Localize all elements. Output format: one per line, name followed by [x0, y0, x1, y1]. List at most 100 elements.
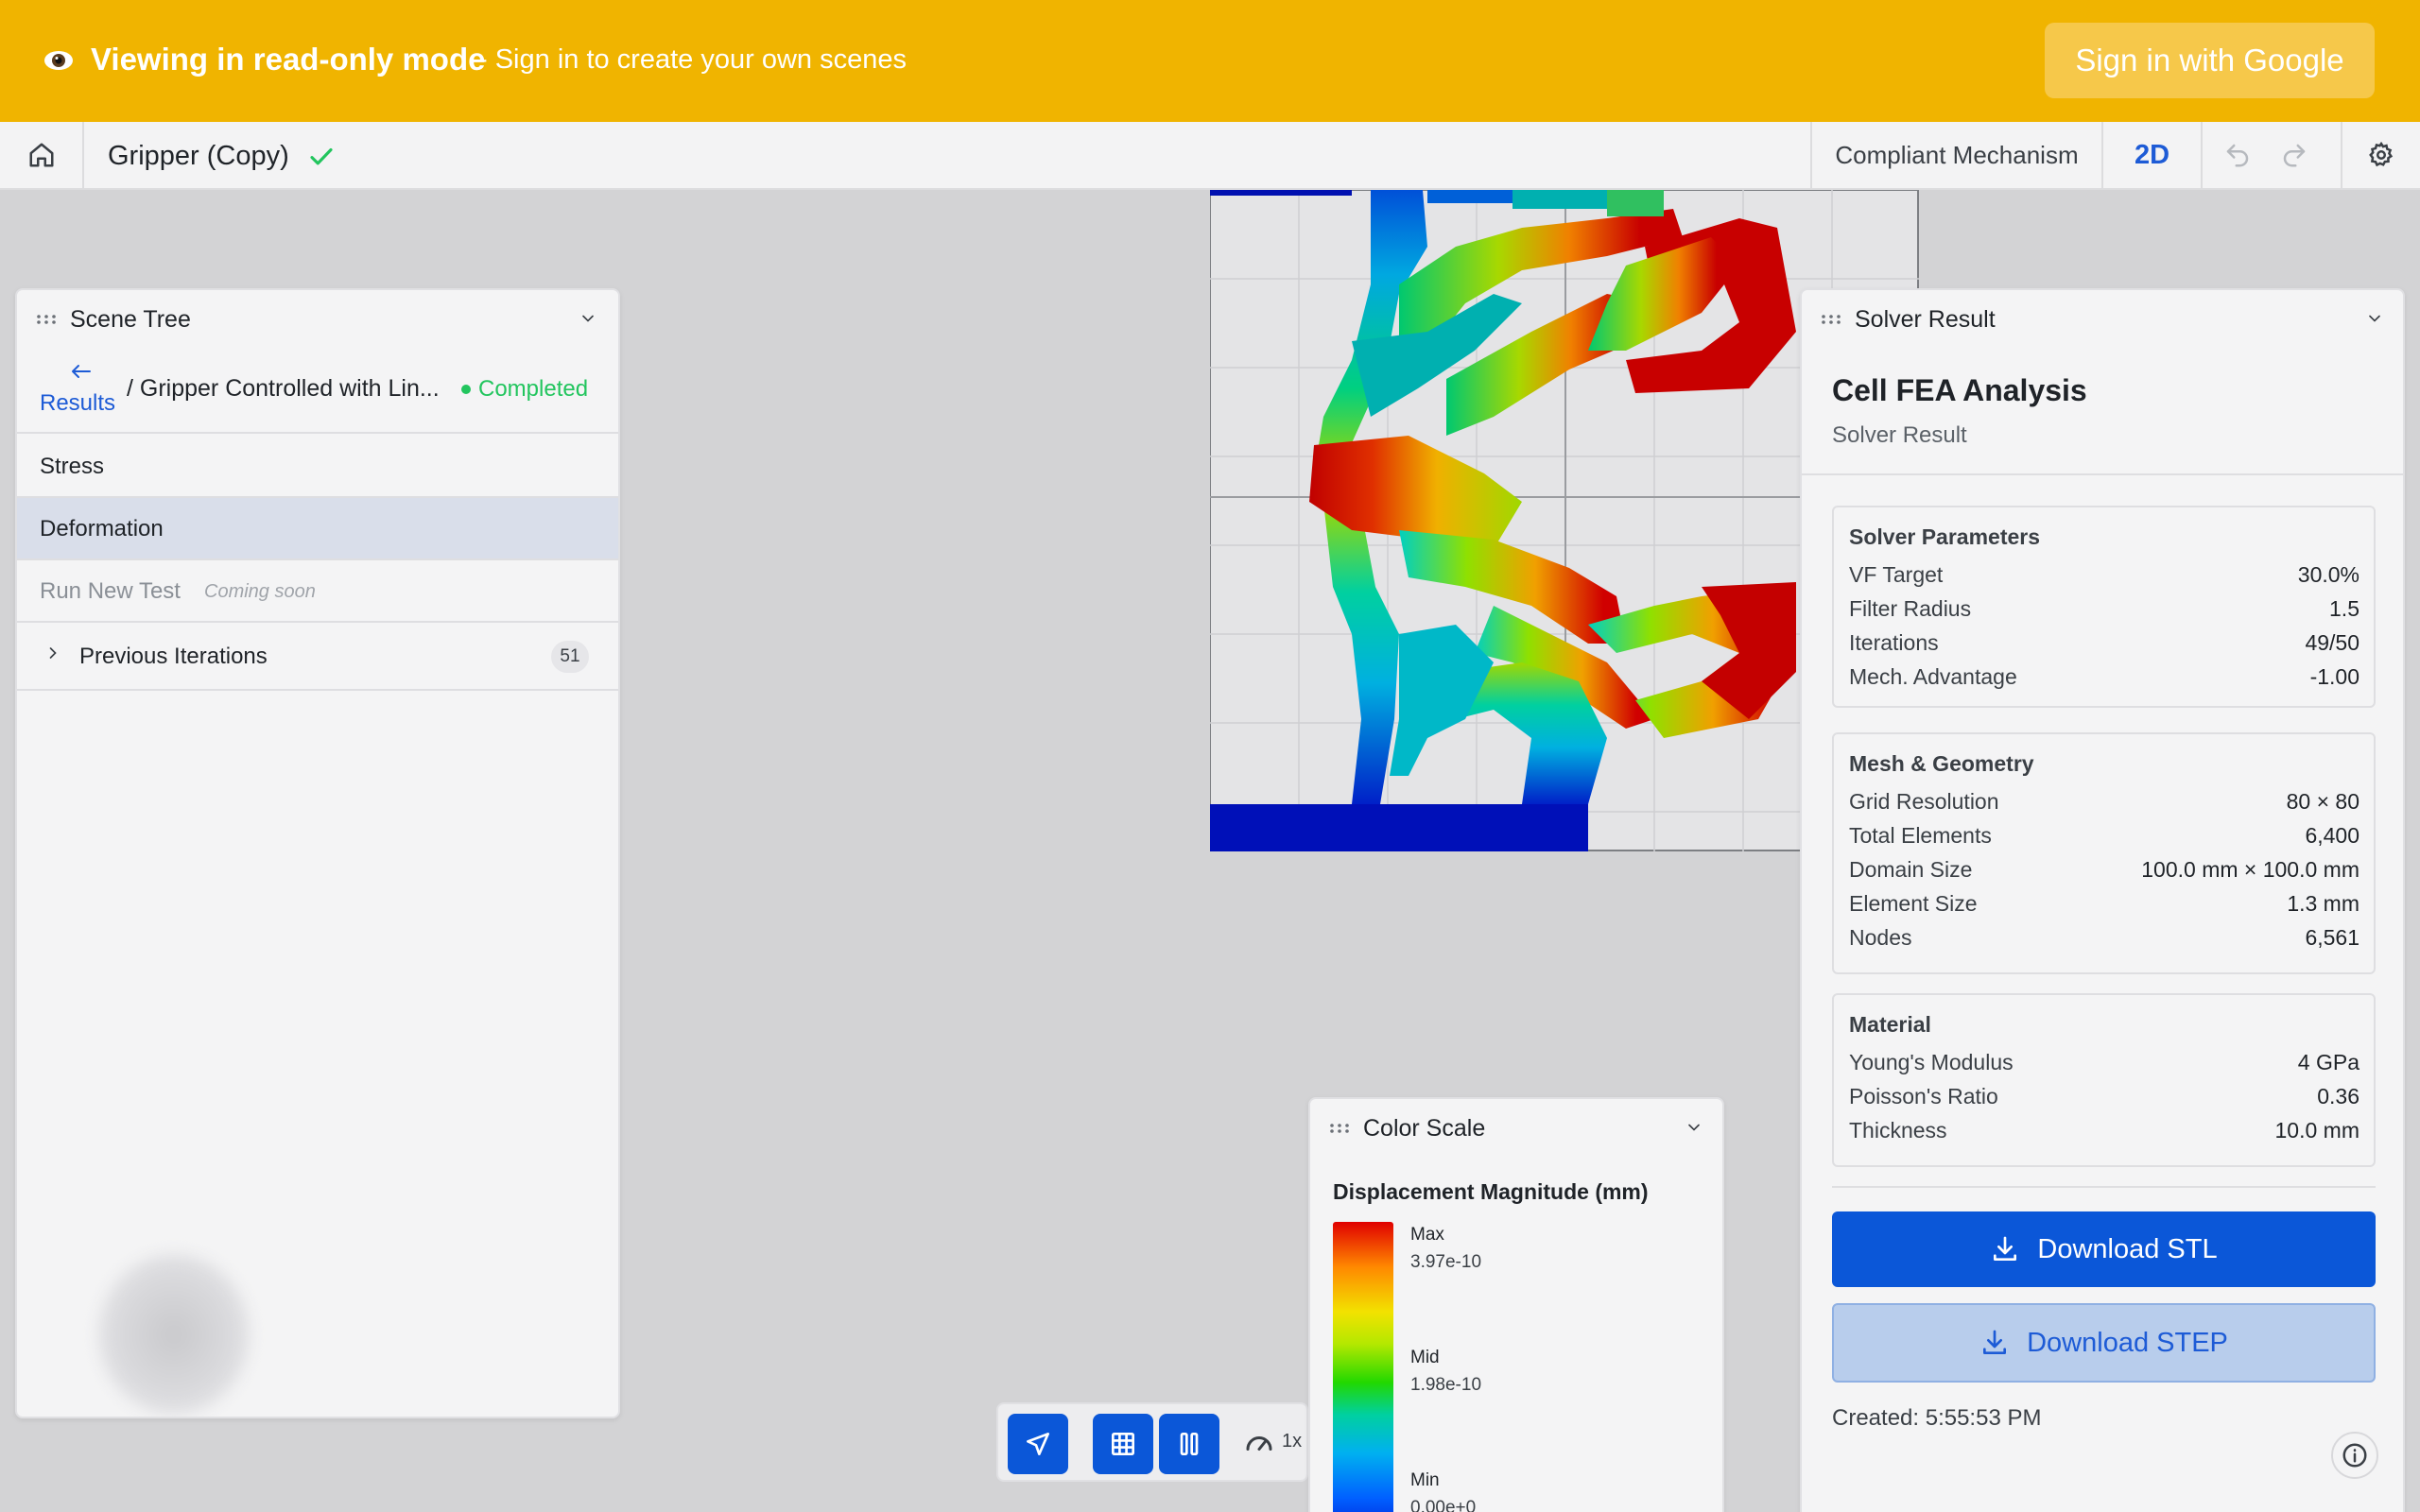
param-row: Young's Modulus 4 GPa [1849, 1050, 2360, 1084]
info-button[interactable] [2331, 1432, 2378, 1479]
material-card: Material Young's Modulus 4 GPa Poisson's … [1832, 993, 2376, 1167]
scale-mid-value: 1.98e-10 [1410, 1375, 1482, 1395]
param-key: Nodes [1849, 925, 1912, 950]
drag-handle-icon[interactable] [1329, 1124, 1350, 1133]
select-tool-button[interactable] [1008, 1414, 1068, 1474]
eye-icon [44, 51, 73, 70]
tree-item-stress[interactable]: Stress [17, 436, 618, 498]
scale-max-label: Max [1410, 1225, 1444, 1245]
download-icon [1994, 1236, 2017, 1261]
param-row: Total Elements 6,400 [1849, 823, 2360, 857]
divider [1802, 473, 2403, 475]
info-icon [2342, 1443, 2367, 1468]
home-icon [29, 143, 53, 167]
view-2d-toggle[interactable]: 2D [2103, 122, 2203, 188]
param-key: Element Size [1849, 891, 1978, 916]
param-key: Grid Resolution [1849, 789, 1999, 814]
param-row: Nodes 6,561 [1849, 925, 2360, 959]
param-key: VF Target [1849, 562, 1944, 587]
pause-button[interactable] [1159, 1414, 1219, 1474]
analysis-heading: Cell FEA Analysis [1832, 373, 2087, 407]
tree-item-label: Deformation [40, 516, 164, 541]
param-value: 100.0 mm × 100.0 mm [2141, 857, 2360, 882]
mesh-geometry-card: Mesh & Geometry Grid Resolution 80 × 80 T… [1832, 732, 2376, 974]
param-key: Domain Size [1849, 857, 1973, 882]
chevron-right-icon[interactable] [43, 644, 62, 662]
breadcrumb-path: / Gripper Controlled with Lin... [127, 375, 440, 402]
chevron-down-icon[interactable] [579, 309, 597, 328]
param-row: Poisson's Ratio 0.36 [1849, 1084, 2360, 1118]
color-scale-title: Color Scale [1363, 1115, 1486, 1142]
grid-toggle-button[interactable] [1093, 1414, 1153, 1474]
tree-item-label: Stress [40, 454, 105, 479]
download-step-label: Download STEP [2027, 1327, 2228, 1358]
scale-min-value: 0.00e+0 [1410, 1498, 1477, 1512]
speed-label[interactable]: 1x [1282, 1431, 1302, 1452]
param-row: Filter Radius 1.5 [1849, 596, 2360, 630]
param-key: Iterations [1849, 630, 1939, 655]
solver-result-header[interactable]: Solver Result [1802, 290, 2403, 347]
chevron-down-icon[interactable] [2365, 309, 2384, 328]
param-value: 6,400 [2305, 823, 2360, 848]
grid-icon [1112, 1433, 1134, 1455]
param-key: Thickness [1849, 1118, 1947, 1143]
color-scale-header[interactable]: Color Scale [1310, 1099, 1722, 1156]
scale-min-label: Min [1410, 1470, 1440, 1490]
solver-result-title: Solver Result [1855, 306, 1996, 333]
tree-item-previous-iterations[interactable]: Previous Iterations 51 [17, 623, 618, 691]
chevron-down-icon[interactable] [1685, 1118, 1703, 1137]
scale-max-value: 3.97e-10 [1410, 1252, 1482, 1272]
cursor-icon [1027, 1433, 1049, 1455]
drag-handle-icon[interactable] [36, 315, 57, 324]
param-row: Thickness 10.0 mm [1849, 1118, 2360, 1152]
param-key: Filter Radius [1849, 596, 1972, 621]
arrow-left-icon[interactable] [69, 362, 94, 381]
scene-tree-header[interactable]: Scene Tree [17, 290, 618, 347]
tree-item-deformation[interactable]: Deformation [17, 498, 618, 560]
read-only-banner: Viewing in read-only mode - Sign in to c… [0, 0, 2420, 122]
home-button[interactable] [0, 122, 84, 188]
breadcrumb: Results / Gripper Controlled with Lin...… [17, 349, 618, 434]
scale-mid-label: Mid [1410, 1348, 1440, 1367]
drag-handle-icon[interactable] [1821, 315, 1841, 324]
back-to-results-link[interactable]: Results [40, 390, 115, 417]
download-step-button[interactable]: Download STEP [1832, 1303, 2376, 1383]
status-badge: Completed [478, 376, 589, 402]
tree-item-run-new-test: Run New Test Coming soon [17, 560, 618, 623]
settings-button[interactable] [2341, 122, 2420, 188]
iteration-count-badge: 51 [551, 641, 589, 673]
param-value: 30.0% [2297, 562, 2360, 587]
speedometer-icon[interactable] [1242, 1425, 1276, 1459]
solver-parameters-card: Solver Parameters VF Target 30.0% Filter … [1832, 506, 2376, 708]
mechanism-type-selector[interactable]: Compliant Mechanism [1810, 122, 2103, 188]
param-value: 10.0 mm [2274, 1118, 2360, 1143]
status-dot [461, 385, 471, 394]
scene-tree-panel: Scene Tree Results / Gripper Controlled … [15, 288, 620, 1418]
solver-result-panel: Solver Result Cell FEA Analysis Solver R… [1800, 288, 2405, 1512]
undo-icon[interactable] [2223, 141, 2252, 169]
card-title: Solver Parameters [1849, 524, 2041, 549]
divider [1832, 1186, 2376, 1188]
read-only-mode-label: Viewing in read-only mode [91, 42, 486, 77]
param-key: Mech. Advantage [1849, 664, 2017, 689]
scene-title[interactable]: Gripper (Copy) [108, 141, 289, 172]
redo-icon[interactable] [2280, 141, 2308, 169]
sign-in-hint: - Sign in to create your own scenes [478, 44, 907, 75]
param-value: 6,561 [2305, 925, 2360, 950]
param-key: Young's Modulus [1849, 1050, 2014, 1074]
tree-item-label: Run New Test [40, 578, 181, 604]
param-row: Element Size 1.3 mm [1849, 891, 2360, 925]
param-row: Mech. Advantage -1.00 [1849, 664, 2360, 698]
param-value: 80 × 80 [2286, 789, 2360, 814]
analysis-subheading: Solver Result [1832, 422, 1967, 448]
blurred-thumbnail [98, 1254, 250, 1415]
color-scale-gradient [1333, 1222, 1393, 1512]
param-row: Domain Size 100.0 mm × 100.0 mm [1849, 857, 2360, 891]
viewport-toolbar: 1x [996, 1402, 1308, 1482]
param-value: 0.36 [2317, 1084, 2360, 1108]
sign-in-google-button[interactable]: Sign in with Google [2045, 23, 2375, 98]
param-key: Poisson's Ratio [1849, 1084, 1998, 1108]
top-toolbar: Gripper (Copy) Compliant Mechanism 2D [0, 122, 2420, 190]
download-stl-button[interactable]: Download STL [1832, 1211, 2376, 1287]
param-value: 49/50 [2305, 630, 2360, 655]
